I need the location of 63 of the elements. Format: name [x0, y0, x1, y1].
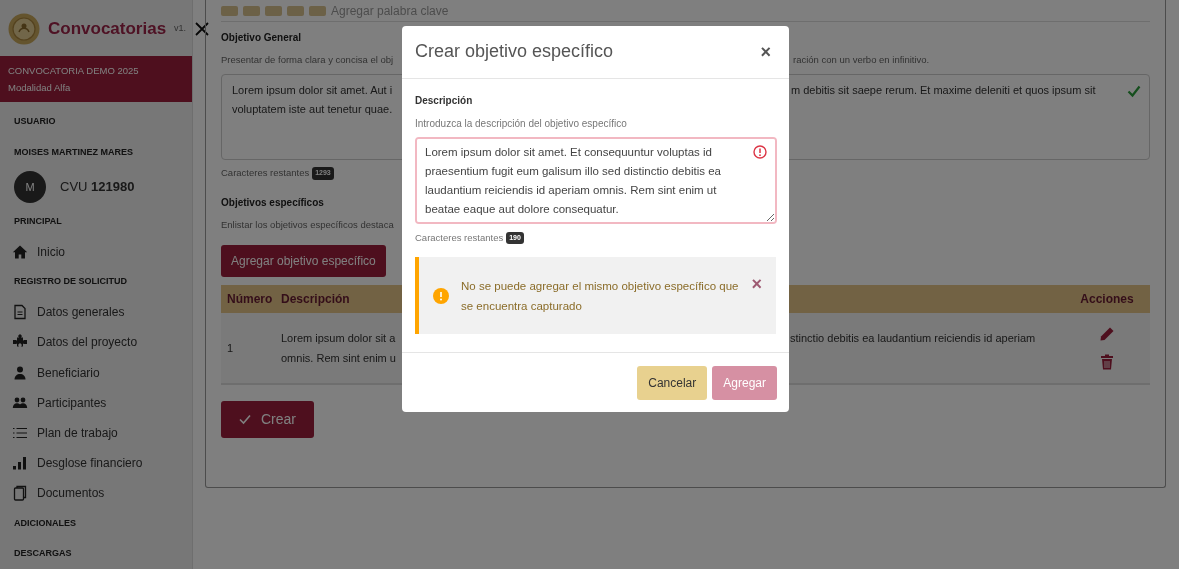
add-objective-button[interactable]: Agregar objetivo específico	[221, 244, 386, 277]
pencil-icon	[1099, 325, 1115, 342]
section-heading: USUARIO	[13, 115, 57, 129]
table-cell-text: stinctio debitis ea laudantium reiciendis id aperiam	[790, 330, 1036, 346]
app-title: Convocatorias	[48, 17, 167, 40]
user-id: CVU 121980	[60, 178, 135, 197]
alert-message: No se puede agregar el mismo objetivo específico que se encuentra capturado	[461, 278, 740, 314]
section-heading: DESCARGAS	[13, 547, 73, 561]
field-label: Descripción	[415, 94, 473, 108]
error-icon	[753, 145, 767, 159]
field-label: Objetivos específicos	[221, 195, 324, 210]
close-icon	[194, 20, 211, 37]
field-label: Objetivo General	[221, 31, 302, 45]
close-button[interactable]	[194, 20, 211, 37]
nav-link[interactable]: Beneficiario	[0, 357, 192, 388]
list-icon	[12, 425, 28, 441]
copy-icon	[12, 485, 28, 502]
table-cell-text: Lorem ipsum dolor sit a omnis. Rem sint enim u	[281, 330, 396, 366]
nav-link[interactable]: Desglose financiero	[0, 448, 192, 479]
close-button[interactable]: ×	[755, 38, 776, 66]
banner-text: Modalidad Alfa	[8, 81, 72, 96]
field-hint: Presentar de forma clara y concisa el obj	[221, 53, 394, 67]
document-icon	[12, 304, 28, 321]
column-header: Número	[227, 290, 274, 308]
home-icon	[12, 243, 28, 260]
banner-text: CONVOCATORIA DEMO 2025	[8, 64, 140, 79]
description-field[interactable]: Lorem ipsum dolor sit amet. Et consequuntur voluptas id praesentium fugit eum galisum illo sed distinctio debitis ea laudantium reiciendis id aperiam omnis. Rem sint enim ut beatae eaque aut dolore consequatur.	[415, 137, 777, 224]
modal-title: Crear objetivo específico	[415, 41, 614, 63]
field-hint: ración con un verbo en infinitivo.	[793, 53, 930, 67]
nav-link[interactable]: Participantes	[0, 387, 192, 418]
field-hint: Enlistar los objetivos específicos destaca	[221, 217, 394, 232]
cancel-button[interactable]: Cancelar	[637, 366, 708, 401]
section-heading: MOISES MARTINEZ MARES	[13, 145, 134, 159]
nav-link[interactable]: Documentos	[0, 478, 192, 509]
user-avatar: M	[14, 170, 46, 203]
counter-label: Caracteres restantes	[415, 231, 504, 245]
create-button[interactable]: Crear	[221, 400, 314, 438]
seal-logo	[8, 12, 40, 45]
keyword-tag	[221, 5, 238, 16]
warning-icon	[433, 287, 449, 304]
bar-chart-icon	[12, 455, 28, 472]
version-label: v1.	[174, 21, 187, 35]
section-heading: PRINCIPAL	[13, 214, 63, 228]
column-header: Descripción	[281, 291, 350, 306]
text-fragment: m debitis sit saepe rerum. Et maxime deleniti et quos ipsum sit	[791, 83, 1096, 99]
keyword-tag	[309, 5, 326, 16]
keyword-tag	[287, 5, 304, 16]
field-hint: Introduzca la descripción del objetivo específico	[415, 117, 628, 131]
column-header: Acciones	[1080, 290, 1134, 308]
nav-link[interactable]: Datos generales	[0, 297, 192, 328]
trash-icon	[1100, 353, 1114, 370]
check-icon	[239, 413, 251, 426]
nav-link[interactable]: Inicio	[0, 236, 192, 267]
nav-link[interactable]: Datos del proyecto	[0, 327, 192, 358]
section-heading: ADICIONALES	[13, 516, 77, 530]
counter-label: Caracteres restantes	[221, 166, 310, 181]
person-icon	[12, 364, 28, 381]
nav-link[interactable]: Plan de trabajo	[0, 417, 192, 449]
section-heading: REGISTRO DE SOLICITUD	[13, 275, 128, 289]
close-button[interactable]: ×	[751, 271, 762, 299]
table-cell-text: 1	[227, 340, 235, 356]
keyword-tag	[265, 5, 282, 16]
keyword-tag	[243, 5, 260, 16]
